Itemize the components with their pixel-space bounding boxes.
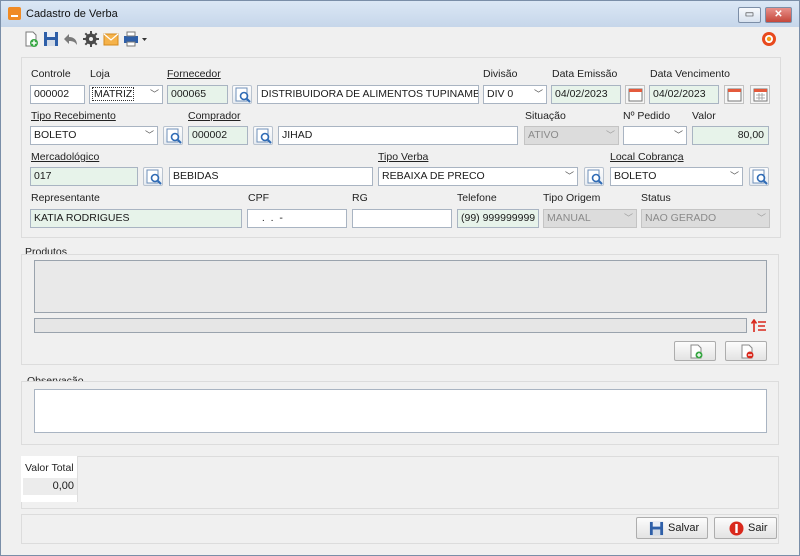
telefone-field[interactable]: (99) 999999999 — [457, 209, 539, 228]
chevron-down-icon: ﹀ — [533, 89, 543, 99]
chevron-down-icon: ﹀ — [149, 89, 159, 99]
tipo-verba-label[interactable]: Tipo Verba — [378, 151, 428, 163]
fornecedor-name-field[interactable]: DISTRIBUIDORA DE ALIMENTOS TUPINAMBA — [257, 85, 479, 104]
data-vencimento-calendar-icon[interactable] — [724, 85, 744, 104]
chevron-down-icon: ﹀ — [623, 213, 633, 223]
sort-icon[interactable] — [750, 318, 767, 333]
situacao-value: ATIVO — [528, 129, 559, 141]
status-select: NAO GERADO ﹀ — [641, 209, 770, 228]
loja-select-value: MATRIZ — [91, 87, 135, 101]
controle-field[interactable]: 000002 — [30, 85, 85, 104]
tipo-origem-value: MANUAL — [547, 212, 591, 224]
tipo-verba-lookup-button[interactable] — [584, 167, 604, 186]
close-button[interactable]: ✕ — [765, 7, 792, 23]
remove-product-button[interactable] — [725, 341, 767, 361]
print-menu-icon[interactable] — [123, 31, 149, 47]
chevron-down-icon: ﹀ — [605, 130, 615, 140]
tipo-recebimento-lookup-button[interactable] — [163, 126, 183, 145]
observacao-textarea[interactable] — [34, 389, 767, 433]
data-vencimento-field[interactable]: 04/02/2023 — [649, 85, 719, 104]
tipo-recebimento-select[interactable]: BOLETO ﹀ — [30, 126, 158, 145]
chevron-down-icon: ﹀ — [144, 130, 154, 140]
chevron-down-icon: ﹀ — [756, 213, 766, 223]
window-title: Cadastro de Verba — [26, 8, 118, 20]
num-pedido-select[interactable]: ﹀ — [623, 126, 687, 145]
totals-panel — [21, 456, 779, 509]
situacao-select: ATIVO ﹀ — [524, 126, 619, 145]
valor-label: Valor — [692, 110, 716, 122]
divisao-select[interactable]: DIV 0 ﹀ — [483, 85, 547, 104]
tipo-origem-select: MANUAL ﹀ — [543, 209, 637, 228]
undo-icon[interactable] — [63, 31, 79, 47]
cpf-label: CPF — [248, 192, 269, 204]
save-icon[interactable] — [43, 31, 59, 47]
status-label: Status — [641, 192, 671, 204]
title-bar: Cadastro de Verba ▭ ✕ — [1, 1, 799, 27]
tipo-verba-select[interactable]: REBAIXA DE PRECO ﹀ — [378, 167, 578, 186]
app-icon — [8, 7, 21, 20]
comprador-code-field[interactable]: 000002 — [188, 126, 248, 145]
help-icon[interactable] — [761, 31, 777, 47]
comprador-lookup-button[interactable] — [253, 126, 273, 145]
representante-label: Representante — [31, 192, 100, 204]
controle-label: Controle — [31, 68, 71, 80]
fornecedor-lookup-button[interactable] — [232, 85, 252, 104]
mercadologico-name-field[interactable]: BEBIDAS — [169, 167, 373, 186]
telefone-label: Telefone — [457, 192, 497, 204]
calendar-grid-icon[interactable] — [750, 85, 770, 104]
data-emissao-label: Data Emissão — [552, 68, 618, 80]
minimize-button[interactable]: ▭ — [738, 7, 761, 23]
tipo-origem-label: Tipo Origem — [543, 192, 601, 204]
rg-field[interactable] — [352, 209, 452, 228]
divisao-select-value: DIV 0 — [487, 88, 514, 100]
num-pedido-label: Nº Pedido — [623, 110, 671, 122]
tipo-recebimento-value: BOLETO — [34, 129, 77, 141]
exit-button-label: Sair — [748, 522, 768, 534]
produtos-scrollbar[interactable] — [34, 318, 747, 333]
chevron-down-icon: ﹀ — [673, 130, 683, 140]
chevron-down-icon: ﹀ — [564, 171, 574, 181]
cpf-field[interactable]: . . - — [247, 209, 347, 228]
mercadologico-lookup-button[interactable] — [143, 167, 163, 186]
mercadologico-label[interactable]: Mercadológico — [31, 151, 99, 163]
valor-total-value: 0,00 — [23, 478, 77, 495]
tipo-verba-value: REBAIXA DE PRECO — [382, 170, 485, 182]
valor-total-label: Valor Total — [25, 462, 74, 474]
window: Cadastro de Verba ▭ ✕ Controle Loja Forn… — [0, 0, 800, 556]
save-button-label: Salvar — [668, 522, 700, 534]
exit-button[interactable]: Sair — [714, 517, 777, 539]
fornecedor-code-field[interactable]: 000065 — [167, 85, 228, 104]
local-cobranca-lookup-button[interactable] — [749, 167, 769, 186]
produtos-grid[interactable] — [34, 260, 767, 313]
mail-icon[interactable] — [103, 31, 119, 47]
status-value: NAO GERADO — [645, 212, 717, 224]
toolbar — [1, 27, 799, 51]
comprador-label[interactable]: Comprador — [188, 110, 241, 122]
data-vencimento-label: Data Vencimento — [650, 68, 730, 80]
loja-select[interactable]: MATRIZ ﹀ — [89, 85, 163, 104]
local-cobranca-label[interactable]: Local Cobrança — [610, 151, 684, 163]
new-document-icon[interactable] — [23, 31, 39, 47]
representante-field[interactable]: KATIA RODRIGUES — [30, 209, 242, 228]
local-cobranca-value: BOLETO — [614, 170, 657, 182]
fornecedor-label[interactable]: Fornecedor — [167, 68, 221, 80]
data-emissao-calendar-icon[interactable] — [625, 85, 645, 104]
comprador-name-field[interactable]: JIHAD — [278, 126, 518, 145]
loja-label: Loja — [90, 68, 110, 80]
divisao-label: Divisão — [483, 68, 518, 80]
save-button[interactable]: Salvar — [636, 517, 708, 539]
rg-label: RG — [352, 192, 368, 204]
chevron-down-icon: ﹀ — [729, 171, 739, 181]
mercadologico-code-field[interactable]: 017 — [30, 167, 138, 186]
valor-field[interactable]: 80,00 — [692, 126, 769, 145]
local-cobranca-select[interactable]: BOLETO ﹀ — [610, 167, 743, 186]
situacao-label: Situação — [525, 110, 566, 122]
gear-icon[interactable] — [83, 31, 99, 47]
data-emissao-field[interactable]: 04/02/2023 — [551, 85, 621, 104]
tipo-recebimento-label[interactable]: Tipo Recebimento — [31, 110, 116, 122]
add-product-button[interactable] — [674, 341, 716, 361]
